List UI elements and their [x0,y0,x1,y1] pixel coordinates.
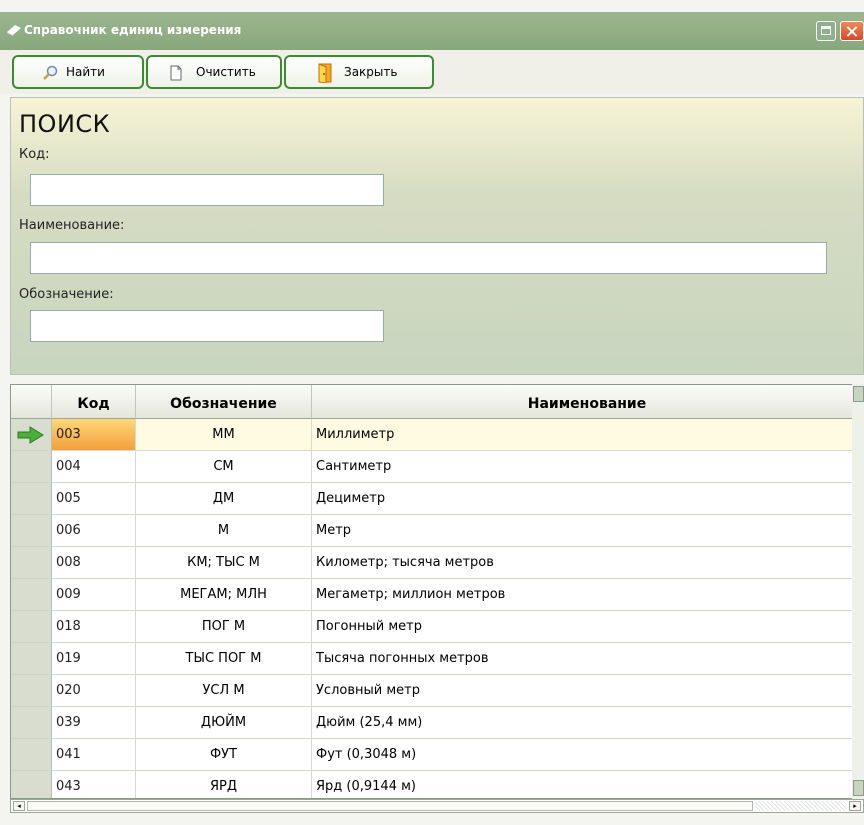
table-row[interactable]: 006 М Метр [11,515,863,547]
name-input[interactable] [30,242,827,274]
cell-code[interactable]: 005 [52,483,136,515]
table-row[interactable]: 003 ММ Миллиметр [11,419,863,451]
cell-name[interactable]: Ярд (0,9144 м) [312,771,863,798]
row-indicator[interactable] [11,611,52,643]
row-indicator[interactable] [11,515,52,547]
symbol-label: Обозначение: [19,287,114,302]
cell-name[interactable]: Условный метр [312,675,863,707]
row-indicator[interactable] [11,675,52,707]
table-row[interactable]: 005 ДМ Дециметр [11,483,863,515]
clear-label: Очистить [196,65,256,79]
door-exit-icon [318,63,332,83]
window-title: Справочник единиц измерения [24,23,242,37]
row-indicator[interactable] [11,419,52,451]
toolbar: Найти Очистить Закрыть [0,50,864,94]
name-label: Наименование: [19,218,125,233]
close-label: Закрыть [344,65,398,79]
cell-code[interactable]: 009 [52,579,136,611]
cell-name[interactable]: Дюйм (25,4 мм) [312,707,863,739]
maximize-button[interactable] [816,21,836,41]
title-bar[interactable]: Справочник единиц измерения [0,12,864,50]
cell-symbol[interactable]: ММ [136,419,312,451]
cell-name[interactable]: Метр [312,515,863,547]
find-label: Найти [66,65,105,79]
cell-symbol[interactable]: ПОГ М [136,611,312,643]
find-button[interactable]: Найти [12,55,144,89]
table-row[interactable]: 009 МЕГАМ; МЛН Мегаметр; миллион метров [11,579,863,611]
row-indicator[interactable] [11,579,52,611]
cell-name[interactable]: Миллиметр [312,419,863,451]
column-header-name[interactable]: Наименование [312,385,863,419]
column-header-code[interactable]: Код [52,385,136,419]
magnifier-icon [43,65,58,80]
row-indicator[interactable] [11,643,52,675]
table-row[interactable]: 039 ДЮЙМ Дюйм (25,4 мм) [11,707,863,739]
current-row-arrow-icon [17,426,44,444]
table-row[interactable]: 041 ФУТ Фут (0,3048 м) [11,739,863,771]
cell-code[interactable]: 003 [52,419,136,451]
horizontal-scroll-thumb[interactable] [27,801,753,811]
unit-catalog-window: Справочник единиц измерения Найти Очисти… [0,0,864,825]
symbol-input[interactable] [30,310,384,342]
scroll-right-button[interactable]: ▸ [849,801,861,811]
cell-code[interactable]: 008 [52,547,136,579]
row-indicator[interactable] [11,547,52,579]
scroll-up-button[interactable] [853,386,864,402]
table-row[interactable]: 008 КМ; ТЫС М Километр; тысяча метров [11,547,863,579]
cell-name[interactable]: Тысяча погонных метров [312,643,863,675]
close-window-button[interactable] [840,21,864,41]
horizontal-scrollbar[interactable]: ◂ ▸ [10,799,864,813]
book-icon [7,25,21,36]
blank-page-icon [170,65,182,81]
cell-symbol[interactable]: СМ [136,451,312,483]
vertical-scrollbar[interactable] [852,384,864,799]
row-indicator[interactable] [11,451,52,483]
cell-code[interactable]: 019 [52,643,136,675]
table-row[interactable]: 043 ЯРД Ярд (0,9144 м) [11,771,863,798]
cell-code[interactable]: 004 [52,451,136,483]
cell-code[interactable]: 018 [52,611,136,643]
cell-code[interactable]: 020 [52,675,136,707]
cell-symbol[interactable]: ЯРД [136,771,312,798]
column-header-symbol[interactable]: Обозначение [136,385,312,419]
cell-symbol[interactable]: КМ; ТЫС М [136,547,312,579]
cell-symbol[interactable]: ФУТ [136,739,312,771]
cell-name[interactable]: Фут (0,3048 м) [312,739,863,771]
search-heading: ПОИСК [19,110,111,138]
cell-symbol[interactable]: ДМ [136,483,312,515]
units-grid: Код Обозначение Наименование 003 ММ Миллим… [10,384,864,799]
cell-code[interactable]: 039 [52,707,136,739]
cell-name[interactable]: Дециметр [312,483,863,515]
clear-button[interactable]: Очистить [146,55,282,89]
table-row[interactable]: 019 ТЫС ПОГ М Тысяча погонных метров [11,643,863,675]
row-indicator[interactable] [11,707,52,739]
cell-symbol[interactable]: ДЮЙМ [136,707,312,739]
table-row[interactable]: 020 УСЛ М Условный метр [11,675,863,707]
scroll-down-button[interactable] [853,780,864,796]
horizontal-scroll-track[interactable] [755,801,847,811]
cell-code[interactable]: 041 [52,739,136,771]
row-indicator[interactable] [11,483,52,515]
cell-code[interactable]: 043 [52,771,136,798]
cell-symbol[interactable]: ТЫС ПОГ М [136,643,312,675]
cell-name[interactable]: Сантиметр [312,451,863,483]
cell-name[interactable]: Мегаметр; миллион метров [312,579,863,611]
table-row[interactable]: 018 ПОГ М Погонный метр [11,611,863,643]
cell-code[interactable]: 006 [52,515,136,547]
row-indicator[interactable] [11,771,52,798]
cell-name[interactable]: Километр; тысяча метров [312,547,863,579]
code-input[interactable] [30,174,384,206]
cell-name[interactable]: Погонный метр [312,611,863,643]
cell-symbol[interactable]: МЕГАМ; МЛН [136,579,312,611]
scroll-left-button[interactable]: ◂ [13,801,25,811]
close-button[interactable]: Закрыть [284,55,434,89]
code-label: Код: [19,147,50,162]
cell-symbol[interactable]: УСЛ М [136,675,312,707]
row-indicator[interactable] [11,739,52,771]
table-row[interactable]: 004 СМ Сантиметр [11,451,863,483]
cell-symbol[interactable]: М [136,515,312,547]
row-indicator-header[interactable] [11,385,52,419]
